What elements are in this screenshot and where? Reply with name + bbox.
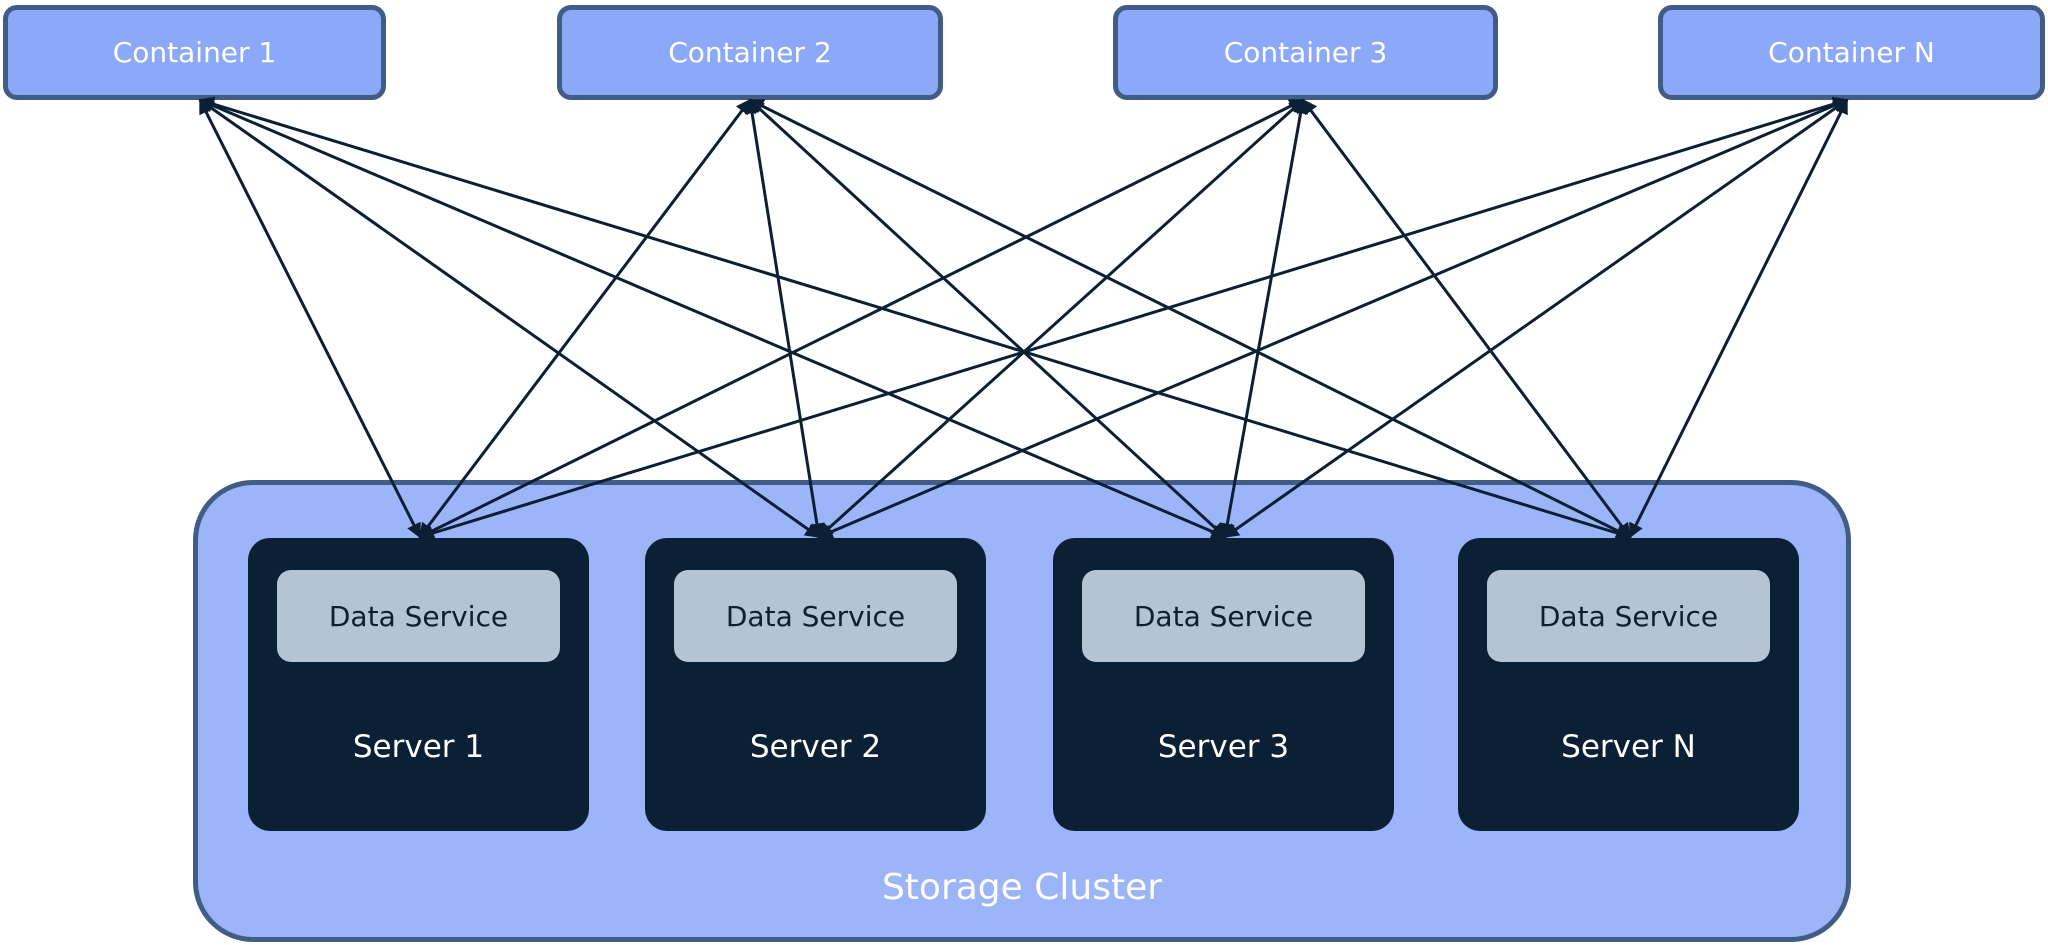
server-2-label: Server 2 [749, 729, 882, 765]
container-3[interactable]: Container 3 [1113, 5, 1498, 100]
container-1[interactable]: Container 1 [3, 5, 386, 100]
edge-c1-sn [198, 96, 1632, 541]
edge-cn-s3 [1223, 98, 1849, 539]
server-1[interactable]: Data Service Server 1 [248, 538, 589, 831]
edge-c2-s2 [744, 98, 825, 539]
edge-c1-s3 [198, 98, 1227, 539]
data-service-1[interactable]: Data Service [277, 570, 560, 662]
server-3-label: Server 3 [1157, 729, 1290, 765]
storage-cluster-label: Storage Cluster [881, 867, 1163, 908]
server-n[interactable]: Data Service Server N [1458, 538, 1799, 831]
data-service-n[interactable]: Data Service [1487, 570, 1770, 662]
edge-c3-s2 [817, 98, 1305, 539]
server-3[interactable]: Data Service Server 3 [1053, 538, 1394, 831]
container-2[interactable]: Container 2 [557, 5, 943, 100]
edge-cn-s2 [817, 98, 1849, 539]
container-n[interactable]: Container N [1658, 5, 2045, 100]
edge-c3-s1 [418, 98, 1305, 539]
edge-c2-s1 [418, 98, 752, 539]
server-n-label: Server N [1561, 729, 1696, 765]
server-1-label: Server 1 [352, 729, 485, 765]
server-2[interactable]: Data Service Server 2 [645, 538, 986, 831]
edge-c1-s1 [198, 98, 422, 539]
edge-c3-sn [1301, 98, 1632, 539]
edge-c2-s3 [748, 98, 1227, 539]
edge-c3-s3 [1219, 98, 1309, 539]
edge-c1-s2 [198, 98, 821, 539]
data-service-2[interactable]: Data Service [674, 570, 957, 662]
data-service-3[interactable]: Data Service [1082, 570, 1365, 662]
edge-c2-sn [748, 98, 1632, 539]
edge-cn-s1 [418, 96, 1849, 541]
edge-cn-sn [1628, 98, 1849, 539]
